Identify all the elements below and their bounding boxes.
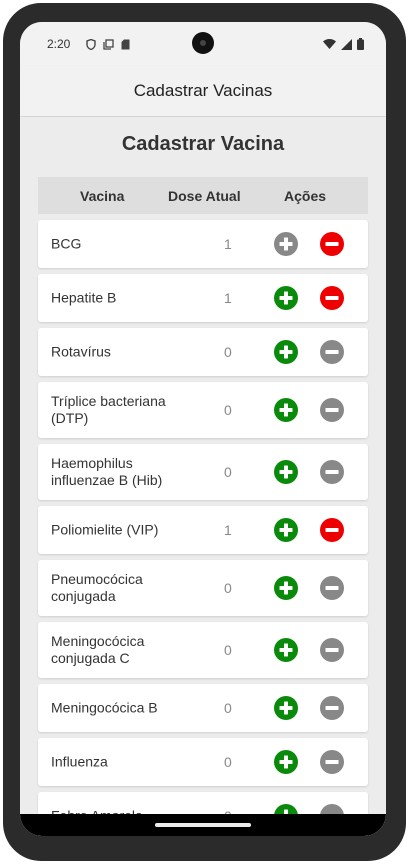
- wifi-icon: [323, 39, 336, 49]
- table-header: Vacina Dose Atual Ações: [38, 177, 368, 214]
- copy-icon: [103, 39, 114, 50]
- vaccine-name: BCG: [51, 235, 82, 252]
- remove-dose-button[interactable]: [320, 286, 344, 310]
- minus-circle-icon: [320, 696, 344, 720]
- vaccine-name: Influenza: [51, 753, 108, 770]
- remove-dose-button[interactable]: [320, 232, 344, 256]
- minus-circle-icon: [320, 232, 344, 256]
- table-row: Meningocócica conjugada C 0: [38, 622, 368, 678]
- dose-value: 0: [224, 580, 232, 596]
- plus-circle-icon: [274, 398, 298, 422]
- remove-dose-button[interactable]: [320, 518, 344, 542]
- minus-circle-icon: [320, 750, 344, 774]
- minus-circle-icon: [320, 460, 344, 484]
- add-dose-button[interactable]: [274, 518, 298, 542]
- add-dose-button[interactable]: [274, 576, 298, 600]
- dose-value: 0: [224, 642, 232, 658]
- dose-value: 0: [224, 754, 232, 770]
- add-dose-button[interactable]: [274, 638, 298, 662]
- plus-circle-icon: [274, 518, 298, 542]
- vaccine-name: Rotavírus: [51, 343, 111, 360]
- vaccine-name: Poliomielite (VIP): [51, 521, 159, 538]
- app-bar-title: Cadastrar Vacinas: [133, 81, 273, 100]
- table-row: Poliomielite (VIP) 1: [38, 506, 368, 554]
- dose-value: 0: [224, 402, 232, 418]
- vaccine-name: Pneumocócica conjugada: [51, 571, 143, 604]
- vaccine-name: Tríplice bacteriana (DTP): [51, 393, 166, 426]
- minus-circle-icon: [320, 340, 344, 364]
- add-dose-button[interactable]: [274, 750, 298, 774]
- vaccine-name: Meningocócica B: [51, 699, 158, 716]
- plus-circle-icon: [274, 750, 298, 774]
- vaccine-name: Hepatite B: [51, 289, 117, 306]
- gesture-handle[interactable]: [155, 823, 251, 827]
- dose-value: 0: [224, 344, 232, 360]
- remove-dose-button[interactable]: [320, 750, 344, 774]
- battery-icon: [357, 38, 364, 50]
- add-dose-button[interactable]: [274, 340, 298, 364]
- plus-circle-icon: [274, 638, 298, 662]
- status-system-icons: [323, 38, 364, 50]
- add-dose-button[interactable]: [274, 460, 298, 484]
- signal-icon: [341, 38, 352, 50]
- remove-dose-button[interactable]: [320, 638, 344, 662]
- remove-dose-button[interactable]: [320, 696, 344, 720]
- table-row: Rotavírus 0: [38, 328, 368, 376]
- remove-dose-button[interactable]: [320, 576, 344, 600]
- dose-value: 0: [224, 700, 232, 716]
- vaccine-name: Haemophilus influenzae B (Hib): [51, 455, 163, 488]
- vaccine-list-content[interactable]: Cadastrar Vacina Vacina Dose Atual Ações…: [20, 117, 386, 836]
- column-header-dose-atual: Dose Atual: [168, 188, 241, 204]
- plus-circle-icon: [274, 460, 298, 484]
- screen: 2:20 Cadastrar Vacinas Cadastrar Vacina …: [20, 22, 386, 836]
- plus-circle-icon: [274, 232, 298, 256]
- page-title: Cadastrar Vacina: [121, 133, 285, 155]
- table-row: Meningocócica B 0: [38, 684, 368, 732]
- app-bar: Cadastrar Vacinas: [20, 66, 386, 116]
- add-dose-button[interactable]: [274, 232, 298, 256]
- remove-dose-button[interactable]: [320, 398, 344, 422]
- add-dose-button[interactable]: [274, 696, 298, 720]
- minus-circle-icon: [320, 398, 344, 422]
- minus-circle-icon: [320, 638, 344, 662]
- plus-circle-icon: [274, 576, 298, 600]
- column-header-acoes: Ações: [284, 188, 327, 204]
- front-camera: [192, 32, 214, 54]
- table-row: Pneumocócica conjugada 0: [38, 560, 368, 616]
- dose-value: 1: [224, 522, 232, 538]
- shield-icon: [86, 39, 96, 50]
- status-time: 2:20: [47, 37, 71, 51]
- table-row: Tríplice bacteriana (DTP) 0: [38, 382, 368, 438]
- dose-value: 1: [224, 290, 232, 306]
- minus-circle-icon: [320, 518, 344, 542]
- sd-card-icon: [121, 39, 130, 50]
- table-row: Haemophilus influenzae B (Hib) 0: [38, 444, 368, 500]
- status-notification-icons: [86, 39, 130, 50]
- plus-circle-icon: [274, 340, 298, 364]
- table-row: Influenza 0: [38, 738, 368, 786]
- vaccine-name: Meningocócica conjugada C: [51, 633, 145, 666]
- navigation-bar: [20, 814, 386, 836]
- dose-value: 1: [224, 236, 232, 252]
- status-bar: 2:20: [20, 22, 386, 66]
- table-row: BCG 1: [38, 220, 368, 268]
- column-header-vacina: Vacina: [80, 188, 125, 204]
- remove-dose-button[interactable]: [320, 340, 344, 364]
- table-row: Hepatite B 1: [38, 274, 368, 322]
- minus-circle-icon: [320, 576, 344, 600]
- plus-circle-icon: [274, 696, 298, 720]
- dose-value: 0: [224, 464, 232, 480]
- add-dose-button[interactable]: [274, 398, 298, 422]
- plus-circle-icon: [274, 286, 298, 310]
- remove-dose-button[interactable]: [320, 460, 344, 484]
- add-dose-button[interactable]: [274, 286, 298, 310]
- minus-circle-icon: [320, 286, 344, 310]
